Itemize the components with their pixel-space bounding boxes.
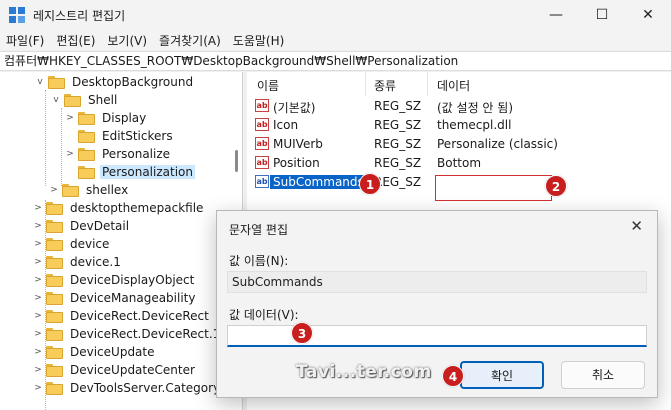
title-bar: 레지스트리 편집기 — ☐ ✕ bbox=[0, 0, 671, 30]
tree-item-devicerect-1[interactable]: > DeviceRect.DeviceRect.1 bbox=[32, 325, 222, 343]
folder-icon bbox=[46, 345, 63, 359]
chevron-down-icon[interactable]: v bbox=[34, 77, 46, 87]
folder-icon bbox=[46, 327, 63, 341]
folder-icon bbox=[46, 255, 63, 269]
chevron-right-icon[interactable]: > bbox=[32, 239, 44, 249]
value-name-label: 값 이름(N): bbox=[229, 254, 289, 268]
tree-item-personalize[interactable]: > Personalize bbox=[64, 145, 172, 163]
folder-icon bbox=[46, 381, 63, 395]
menu-favorites[interactable]: 즐겨찾기(A) bbox=[159, 32, 221, 49]
chevron-right-icon[interactable]: > bbox=[32, 329, 44, 339]
window-title: 레지스트리 편집기 bbox=[33, 8, 126, 23]
chevron-right-icon[interactable]: > bbox=[32, 257, 44, 267]
menu-file[interactable]: 파일(F) bbox=[6, 32, 44, 49]
folder-icon bbox=[46, 363, 63, 377]
cancel-button[interactable]: 취소 bbox=[561, 361, 645, 389]
tree-item-personalization[interactable]: Personalization bbox=[64, 163, 195, 181]
tree-item-devtoolsserver[interactable]: > DevToolsServer.CategoryDe bbox=[32, 379, 239, 397]
step-marker-4: 4 bbox=[442, 365, 464, 387]
chevron-right-icon[interactable]: > bbox=[32, 275, 44, 285]
string-value-icon: ab bbox=[255, 156, 269, 169]
list-row[interactable]: ab Position REG_SZ Bottom bbox=[247, 154, 671, 173]
tree-item-deviceupdatecenter[interactable]: > DeviceUpdateCenter bbox=[32, 361, 197, 379]
folder-icon bbox=[78, 111, 95, 125]
chevron-down-icon[interactable]: v bbox=[50, 95, 62, 105]
tree-item-desktopbackground[interactable]: v DesktopBackground bbox=[34, 73, 195, 91]
list-row[interactable]: ab (기본값) REG_SZ (값 설정 안 됨) bbox=[247, 97, 671, 116]
list-row[interactable]: ab Icon REG_SZ themecpl.dll bbox=[247, 116, 671, 135]
menu-edit[interactable]: 편집(E) bbox=[56, 32, 95, 49]
tree-item-shellex[interactable]: > shellex bbox=[48, 181, 130, 199]
chevron-right-icon[interactable]: > bbox=[32, 383, 44, 393]
tree-item-device[interactable]: > device bbox=[32, 235, 111, 253]
tree-item-desktopthemepackfile[interactable]: > desktopthemepackfile bbox=[32, 199, 205, 217]
chevron-right-icon[interactable]: > bbox=[32, 293, 44, 303]
empty-data-highlight bbox=[435, 175, 552, 201]
minimize-button[interactable]: — bbox=[533, 0, 579, 30]
tree-item-editstickers[interactable]: EditStickers bbox=[64, 127, 175, 145]
edit-string-dialog: 문자열 편집 ✕ 값 이름(N): SubCommands 값 데이터(V): … bbox=[216, 210, 658, 398]
tree-item-device-1[interactable]: > device.1 bbox=[32, 253, 123, 271]
menu-bar: 파일(F) 편집(E) 보기(V) 즐겨찾기(A) 도움말(H) bbox=[0, 30, 671, 50]
ok-button[interactable]: 확인 bbox=[460, 361, 544, 389]
value-data-label: 값 데이터(V): bbox=[229, 308, 299, 322]
string-value-icon: ab bbox=[255, 175, 269, 188]
tree-item-devdetail[interactable]: > DevDetail bbox=[32, 217, 131, 235]
folder-icon bbox=[64, 93, 81, 107]
chevron-right-icon[interactable]: > bbox=[48, 185, 60, 195]
chevron-right-icon[interactable]: > bbox=[32, 365, 44, 375]
value-name-field: SubCommands bbox=[227, 271, 647, 293]
tree-item-shell[interactable]: v Shell bbox=[50, 91, 119, 109]
step-marker-3: 3 bbox=[291, 322, 313, 344]
rename-field[interactable]: SubCommands bbox=[270, 175, 367, 189]
string-value-icon: ab bbox=[255, 118, 269, 131]
string-value-icon: ab bbox=[255, 137, 269, 150]
folder-icon bbox=[62, 183, 79, 197]
tree-item-display[interactable]: > Display bbox=[64, 109, 148, 127]
tree-item-devicerect[interactable]: > DeviceRect.DeviceRect bbox=[32, 307, 211, 325]
chevron-right-icon[interactable]: > bbox=[32, 221, 44, 231]
tree-item-deviceupdate[interactable]: > DeviceUpdate bbox=[32, 343, 157, 361]
dialog-close-button[interactable]: ✕ bbox=[630, 217, 643, 235]
tree-pane[interactable]: v DesktopBackground v Shell > Display Ed… bbox=[0, 72, 243, 410]
list-header: 이름 종류 데이터 bbox=[247, 72, 671, 96]
folder-icon bbox=[46, 201, 63, 215]
folder-icon bbox=[46, 291, 63, 305]
menu-view[interactable]: 보기(V) bbox=[107, 32, 147, 49]
folder-icon bbox=[78, 129, 95, 143]
column-type-header[interactable]: 종류 bbox=[374, 77, 396, 94]
string-value-icon: ab bbox=[255, 99, 269, 112]
address-bar[interactable]: 컴퓨터₩HKEY_CLASSES_ROOT₩DesktopBackground₩… bbox=[0, 51, 671, 71]
step-marker-2: 2 bbox=[545, 175, 567, 197]
step-marker-1: 1 bbox=[359, 173, 381, 195]
tree-item-devicemanageability[interactable]: > DeviceManageability bbox=[32, 289, 197, 307]
menu-help[interactable]: 도움말(H) bbox=[233, 32, 285, 49]
registry-editor-icon bbox=[9, 7, 25, 23]
column-data-header[interactable]: 데이터 bbox=[437, 77, 470, 94]
chevron-right-icon[interactable]: > bbox=[64, 113, 76, 123]
maximize-button[interactable]: ☐ bbox=[579, 0, 625, 30]
dialog-title: 문자열 편집 bbox=[229, 223, 289, 237]
chevron-right-icon[interactable]: > bbox=[64, 149, 76, 159]
list-row[interactable]: ab MUIVerb REG_SZ Personalize (classic) bbox=[247, 135, 671, 154]
folder-icon bbox=[78, 147, 95, 161]
folder-icon bbox=[78, 165, 95, 179]
chevron-right-icon[interactable]: > bbox=[32, 311, 44, 321]
folder-icon bbox=[46, 237, 63, 251]
column-name-header[interactable]: 이름 bbox=[257, 77, 279, 94]
tree-item-devicedisplayobject[interactable]: > DeviceDisplayObject bbox=[32, 271, 196, 289]
chevron-right-icon[interactable]: > bbox=[32, 203, 44, 213]
value-data-input[interactable] bbox=[227, 325, 647, 347]
folder-icon bbox=[46, 273, 63, 287]
folder-icon bbox=[46, 309, 63, 323]
chevron-right-icon[interactable]: > bbox=[32, 347, 44, 357]
scrollbar-thumb[interactable] bbox=[235, 150, 238, 172]
folder-icon bbox=[48, 75, 65, 89]
close-button[interactable]: ✕ bbox=[625, 0, 671, 30]
folder-icon bbox=[46, 219, 63, 233]
watermark: Tavi...ter.com bbox=[296, 362, 432, 382]
